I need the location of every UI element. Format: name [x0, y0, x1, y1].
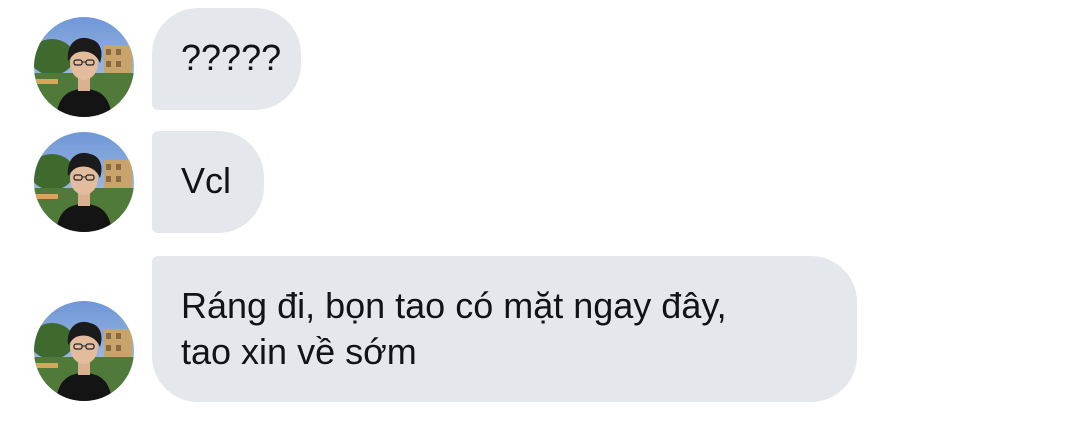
sender-avatar[interactable]	[34, 301, 134, 401]
message-row: Vcl	[0, 131, 1080, 233]
message-text: Vcl	[181, 160, 232, 201]
message-row: ?????	[0, 8, 1080, 117]
message-bubble[interactable]: Ráng đi, bọn tao có mặt ngay đây, tao xi…	[152, 256, 857, 402]
person-photo-avatar	[34, 132, 134, 232]
person-photo-avatar	[34, 17, 134, 117]
message-text: ?????	[181, 37, 282, 78]
message-row: Ráng đi, bọn tao có mặt ngay đây, tao xi…	[0, 256, 1080, 402]
message-bubble[interactable]: Vcl	[152, 131, 264, 233]
message-bubble[interactable]: ?????	[152, 8, 301, 110]
sender-avatar[interactable]	[34, 132, 134, 232]
message-text-line: Ráng đi, bọn tao có mặt ngay đây,	[181, 285, 727, 326]
person-photo-avatar	[34, 301, 134, 401]
sender-avatar[interactable]	[34, 17, 134, 117]
message-text-line: tao xin về sớm	[181, 331, 417, 372]
chat-thread: ????? Vcl Ráng đi, bọn tao có mặt ngay đ…	[0, 0, 1080, 438]
